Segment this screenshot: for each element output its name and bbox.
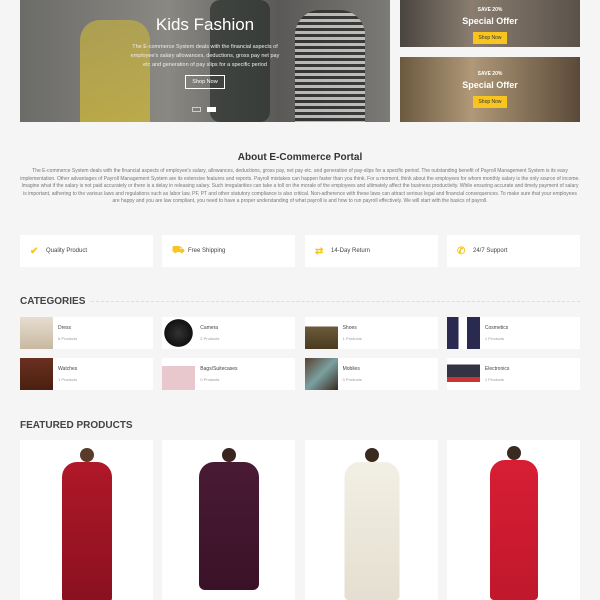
hero-title: Kids Fashion [155, 15, 255, 34]
feature-return: ⇄ 14-Day Return [305, 235, 438, 267]
category-name: Mobiles [342, 366, 360, 372]
about-text: The E-commerce System deals with the fin… [20, 168, 580, 204]
feature-support: ✆ 24/7 Support [447, 235, 580, 267]
hero-text: The E-commerce System deals with the fin… [130, 44, 280, 68]
exchange-icon: ⇄ [315, 245, 324, 257]
offer-title: Special Offer [462, 80, 518, 90]
category-count: 1 Products [484, 377, 505, 382]
featured-heading: FEATURED PRODUCTS [20, 420, 580, 431]
category-count: 0 Products [342, 377, 362, 382]
category-image [162, 358, 196, 390]
product-image [506, 446, 521, 460]
product-image [364, 448, 379, 462]
category-name: Cosmetics [484, 325, 509, 331]
category-name: Camera [200, 325, 219, 331]
category-count: 6 Products [58, 336, 78, 341]
category-card[interactable]: Cosmetics 1 Products [446, 317, 580, 349]
category-card[interactable]: Shoes 1 Products [304, 317, 438, 349]
product-image-dress [344, 462, 399, 600]
category-card[interactable]: Electronics 1 Products [446, 358, 580, 390]
product-image-dress [61, 462, 112, 600]
category-image [304, 358, 338, 390]
category-card[interactable]: Mobiles 0 Products [304, 358, 438, 390]
category-name: Electronics [484, 366, 510, 372]
category-name: Bags/Suitecases [200, 366, 238, 372]
category-card[interactable]: Bags/Suitecases 0 Products [162, 358, 296, 390]
feature-label: Quality Product [46, 248, 88, 254]
product-image [79, 448, 94, 462]
offer-save: SAVE 20% [477, 7, 503, 13]
featured-title: FEATURED PRODUCTS [20, 420, 133, 431]
feature-quality: ✔ Quality Product [20, 235, 153, 267]
feature-shipping: ⛟ Free Shipping [162, 235, 295, 267]
category-name: Shoes [342, 325, 357, 331]
product-card[interactable] [447, 440, 580, 600]
carousel-dot-active[interactable] [207, 107, 216, 112]
category-name: Watches [58, 366, 78, 372]
category-count: 1 Products [484, 336, 505, 341]
hero-carousel[interactable]: Kids Fashion The E-commerce System deals… [20, 0, 390, 122]
category-image [446, 317, 480, 349]
feature-label: 24/7 Support [473, 248, 508, 254]
offer-title: Special Offer [462, 16, 518, 26]
category-count: 0 Products [200, 377, 220, 382]
category-image [20, 358, 53, 390]
product-image-dress [198, 462, 259, 590]
category-card[interactable]: Camera 2 Products [162, 317, 296, 349]
product-card[interactable] [305, 440, 438, 600]
category-image [446, 358, 480, 390]
divider [91, 301, 580, 302]
offer-save: SAVE 20% [477, 71, 503, 77]
phone-icon: ✆ [457, 245, 466, 257]
category-image [162, 317, 196, 349]
feature-label: 14-Day Return [331, 248, 371, 254]
category-image [304, 317, 338, 349]
category-image [20, 317, 53, 349]
offer-shop-now-button[interactable]: Shop Now [473, 96, 507, 108]
product-card[interactable] [20, 440, 153, 600]
feature-label: Free Shipping [188, 248, 226, 254]
truck-icon: ⛟ [172, 244, 185, 256]
check-icon: ✔ [30, 245, 39, 257]
offer-banner[interactable]: SAVE 20% Special Offer Shop Now [400, 57, 580, 122]
hero-shop-now-button[interactable]: Shop Now [185, 75, 225, 89]
product-image-dress [489, 460, 538, 600]
category-count: 2 Products [200, 336, 220, 341]
category-count: 1 Products [58, 377, 78, 382]
category-name: Dress [58, 325, 72, 331]
categories-title: CATEGORIES [20, 296, 86, 307]
product-card[interactable] [162, 440, 295, 600]
category-count: 1 Products [342, 336, 362, 341]
offer-shop-now-button[interactable]: Shop Now [473, 32, 507, 44]
categories-heading: CATEGORIES [20, 296, 580, 307]
product-image [221, 448, 236, 462]
category-card[interactable]: Dress 6 Products [20, 317, 153, 349]
category-card[interactable]: Watches 1 Products [20, 358, 153, 390]
about-title: About E-Commerce Portal [237, 152, 363, 163]
offer-banner[interactable]: SAVE 20% Special Offer Shop Now [400, 0, 580, 47]
hero-image-figure [80, 20, 150, 122]
carousel-dot[interactable] [192, 107, 201, 112]
